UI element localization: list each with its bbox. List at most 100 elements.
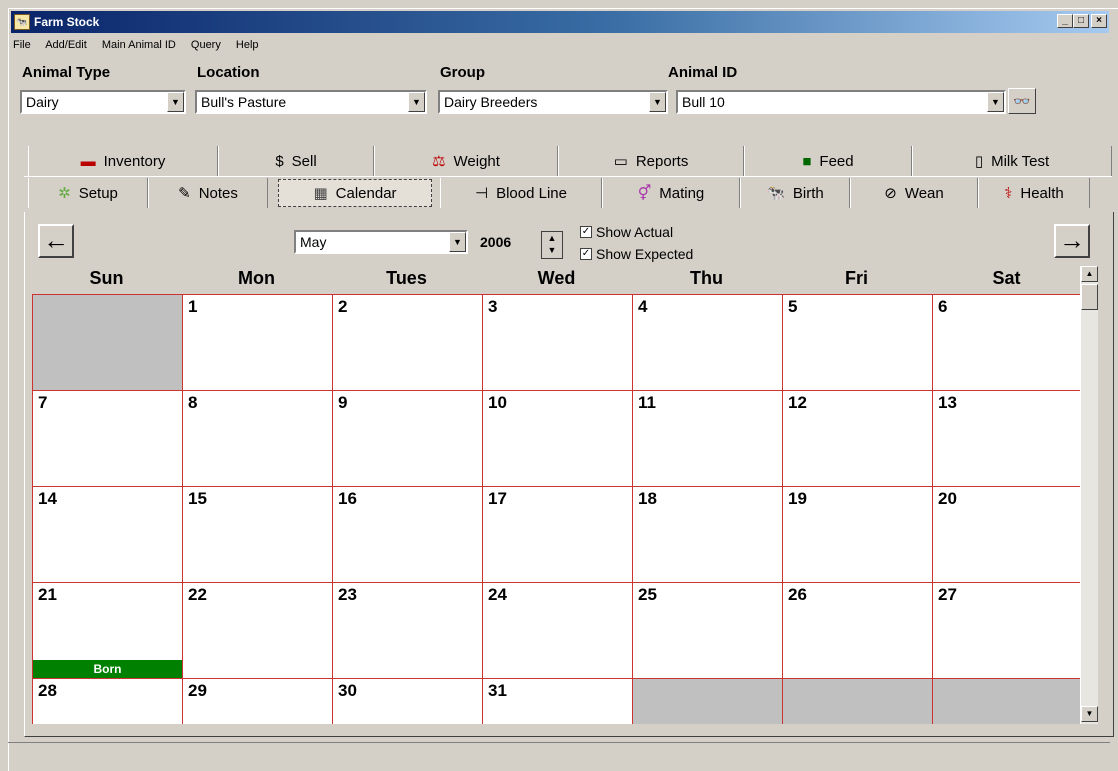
month-select[interactable]: May ▼ <box>294 230 468 254</box>
calendar-day-cell[interactable]: 20 <box>933 487 1080 583</box>
day-number: 27 <box>938 585 957 604</box>
group-select[interactable]: Dairy Breeders ▼ <box>438 90 668 114</box>
tab-reports[interactable]: ▭ Reports <box>558 146 744 176</box>
checkbox-check-icon[interactable]: ✓ <box>580 226 592 238</box>
calendar-day-cell[interactable]: 31 <box>483 679 633 724</box>
spin-up-icon[interactable]: ▲ <box>542 232 562 244</box>
day-header-tue: Tues <box>386 268 427 288</box>
calendar-day-cell[interactable]: 23 <box>333 583 483 679</box>
calendar-day-cell[interactable]: 27 <box>933 583 1080 679</box>
calendar-day-cell[interactable]: 8 <box>183 391 333 487</box>
show-actual-checkbox[interactable]: ✓ Show Actual <box>580 224 673 240</box>
day-number: 30 <box>338 681 357 700</box>
calendar-day-cell[interactable]: 12 <box>783 391 933 487</box>
tab-sell[interactable]: $ Sell <box>218 146 374 176</box>
calendar-day-cell[interactable]: 5 <box>783 295 933 391</box>
scale-icon: ⚖ <box>432 153 446 170</box>
tab-weight[interactable]: ⚖ Weight <box>374 146 558 176</box>
tab-label: Birth <box>792 184 824 202</box>
vertical-scrollbar[interactable]: ▲ ▼ <box>1080 266 1098 724</box>
tab-milk-test[interactable]: ▯ Milk Test <box>912 146 1112 176</box>
checkbox-check-icon[interactable]: ✓ <box>580 248 592 260</box>
day-header-fri: Fri <box>844 268 868 288</box>
day-number: 24 <box>488 585 507 604</box>
calendar-day-cell[interactable]: 28 <box>33 679 183 724</box>
menu-file[interactable]: File <box>13 39 31 51</box>
scroll-thumb[interactable] <box>1081 284 1098 310</box>
calendar-cell-empty <box>33 295 183 391</box>
tab-inventory[interactable]: ▬ Inventory <box>28 146 218 176</box>
calendar-day-cell[interactable]: 4 <box>633 295 783 391</box>
calendar-day-cell[interactable]: 10 <box>483 391 633 487</box>
calendar-day-cell[interactable]: 2 <box>333 295 483 391</box>
calendar-day-cell[interactable]: 11 <box>633 391 783 487</box>
calendar-day-cell[interactable]: 30 <box>333 679 483 724</box>
calendar-day-cell[interactable]: 15 <box>183 487 333 583</box>
show-expected-checkbox[interactable]: ✓ Show Expected <box>580 246 693 262</box>
calendar-day-cell[interactable]: 13 <box>933 391 1080 487</box>
minimize-button[interactable]: _ <box>1057 14 1073 28</box>
calendar-day-cell[interactable]: 19 <box>783 487 933 583</box>
menu-add-edit[interactable]: Add/Edit <box>45 39 87 51</box>
close-button[interactable]: × <box>1091 14 1107 28</box>
find-button[interactable]: 👓 <box>1008 88 1036 114</box>
setup-icon: ✲ <box>58 185 71 202</box>
calendar-day-cell[interactable]: 1 <box>183 295 333 391</box>
calendar-day-cell[interactable]: 9 <box>333 391 483 487</box>
tab-notes[interactable]: ✎ Notes <box>148 178 268 208</box>
tab-mating[interactable]: ⚥ Mating <box>602 178 740 208</box>
calendar-event-born[interactable]: Born <box>33 660 182 678</box>
tab-blood-line[interactable]: ⊣ Blood Line <box>440 178 602 208</box>
chevron-down-icon[interactable]: ▼ <box>408 92 425 112</box>
tab-health[interactable]: ⚕ Health <box>978 178 1090 208</box>
day-number: 14 <box>38 489 57 508</box>
app-icon: 🐄 <box>14 14 30 30</box>
tab-calendar[interactable]: ▦ Calendar <box>278 179 432 207</box>
next-month-button[interactable]: → <box>1054 224 1090 258</box>
location-select[interactable]: Bull's Pasture ▼ <box>195 90 427 114</box>
spin-down-icon[interactable]: ▼ <box>542 244 562 256</box>
calendar-day-cell[interactable]: 3 <box>483 295 633 391</box>
maximize-button[interactable]: □ <box>1073 14 1089 28</box>
chevron-down-icon[interactable]: ▼ <box>987 92 1004 112</box>
day-number: 2 <box>338 297 348 316</box>
chevron-down-icon[interactable]: ▼ <box>449 232 466 252</box>
calendar-day-cell[interactable]: 21 Born <box>33 583 183 679</box>
tab-feed[interactable]: ■ Feed <box>744 146 912 176</box>
calendar-day-cell[interactable]: 22 <box>183 583 333 679</box>
show-expected-label: Show Expected <box>596 246 694 262</box>
scroll-down-icon[interactable]: ▼ <box>1081 706 1098 722</box>
day-number: 8 <box>188 393 198 412</box>
year-spinner[interactable]: ▲ ▼ <box>541 231 563 259</box>
animal-id-value: Bull 10 <box>682 94 725 110</box>
tab-label: Health <box>1020 184 1064 202</box>
calendar-day-cell[interactable]: 25 <box>633 583 783 679</box>
calendar-day-cell[interactable]: 24 <box>483 583 633 679</box>
tab-wean[interactable]: ⊘ Wean <box>850 178 978 208</box>
menu-main-animal-id[interactable]: Main Animal ID <box>102 39 176 51</box>
calendar-day-cell[interactable]: 14 <box>33 487 183 583</box>
day-number: 25 <box>638 585 657 604</box>
animal-type-select[interactable]: Dairy ▼ <box>20 90 186 114</box>
calendar-day-cell[interactable]: 29 <box>183 679 333 724</box>
calendar-day-cell[interactable]: 16 <box>333 487 483 583</box>
tab-label: Milk Test <box>991 152 1050 170</box>
chevron-down-icon[interactable]: ▼ <box>649 92 666 112</box>
calendar-day-cell[interactable]: 26 <box>783 583 933 679</box>
scroll-up-icon[interactable]: ▲ <box>1081 266 1098 282</box>
day-number: 23 <box>338 585 357 604</box>
animal-id-select[interactable]: Bull 10 ▼ <box>676 90 1006 114</box>
prev-month-button[interactable]: ← <box>38 224 74 258</box>
tab-setup[interactable]: ✲ Setup <box>28 178 148 208</box>
title-bar[interactable]: 🐄 Farm Stock _ □ × <box>11 11 1109 33</box>
day-number: 26 <box>788 585 807 604</box>
tab-birth[interactable]: 🐄 Birth <box>740 178 850 208</box>
chevron-down-icon[interactable]: ▼ <box>167 92 184 112</box>
calendar-day-cell[interactable]: 18 <box>633 487 783 583</box>
calendar-day-cell[interactable]: 7 <box>33 391 183 487</box>
calendar-day-cell[interactable]: 6 <box>933 295 1080 391</box>
menu-help[interactable]: Help <box>236 39 259 51</box>
menu-query[interactable]: Query <box>191 39 221 51</box>
calendar-day-cell[interactable]: 17 <box>483 487 633 583</box>
day-header-sat: Sat <box>992 268 1021 288</box>
